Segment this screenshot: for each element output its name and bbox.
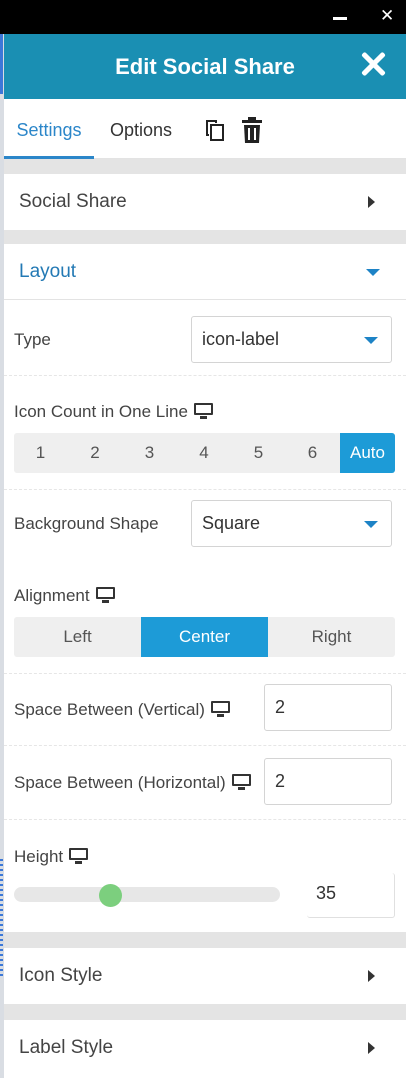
alignment-option-center[interactable]: Center [141, 617, 268, 657]
desktop-icon[interactable] [95, 587, 115, 604]
background-shape-value: Square [202, 513, 261, 533]
type-select-value: icon-label [202, 329, 280, 349]
window-titlebar: ✕ [0, 0, 406, 34]
icon-count-segmented: 1 2 3 4 5 6 Auto [14, 433, 395, 473]
height-label-text: Height [14, 847, 64, 866]
row-divider [4, 673, 406, 674]
panel-title: Edit Social Share [115, 54, 295, 79]
row-divider [4, 489, 406, 490]
section-label: Social Share [19, 191, 127, 212]
section-social-share[interactable]: Social Share [4, 174, 406, 230]
icon-count-option-4[interactable]: 4 [176, 433, 232, 473]
section-icon-style[interactable]: Icon Style [4, 948, 406, 1004]
icon-count-option-1[interactable]: 1 [14, 433, 67, 473]
alignment-option-left[interactable]: Left [14, 617, 141, 657]
caret-down-icon [366, 269, 380, 276]
section-gap [4, 932, 406, 948]
desktop-icon[interactable] [69, 848, 89, 865]
row-divider [4, 375, 406, 376]
window-close-icon[interactable]: ✕ [380, 6, 394, 26]
icon-count-label: Icon Count in One Line [14, 402, 213, 422]
row-divider [4, 819, 406, 820]
chevron-down-icon [364, 521, 378, 528]
edge-accent [0, 34, 3, 94]
space-horizontal-label-text: Space Between (Horizontal) [14, 773, 226, 792]
alignment-segmented: Left Center Right [14, 617, 395, 657]
minimize-icon[interactable] [333, 17, 347, 20]
icon-count-option-3[interactable]: 3 [123, 433, 176, 473]
alignment-label-text: Alignment [14, 586, 90, 605]
background-shape-label: Background Shape [14, 514, 159, 533]
close-icon[interactable] [358, 50, 388, 80]
alignment-label: Alignment [14, 586, 115, 606]
desktop-icon[interactable] [193, 403, 213, 420]
section-gap [4, 1004, 406, 1020]
space-horizontal-label: Space Between (Horizontal) [14, 773, 251, 793]
section-layout[interactable]: Layout [4, 244, 406, 300]
desktop-icon[interactable] [231, 774, 251, 791]
space-vertical-input[interactable]: 2 [264, 684, 392, 731]
desktop-icon[interactable] [210, 701, 230, 718]
panel-header: Edit Social Share [4, 34, 406, 99]
background-shape-select[interactable]: Square [191, 500, 392, 547]
section-label: Label Style [19, 1037, 114, 1058]
height-value: 35 [316, 883, 337, 903]
height-label: Height [14, 847, 89, 867]
lower-sections: Icon Style Label Style [4, 932, 406, 1076]
section-label: Icon Style [19, 965, 103, 986]
type-select[interactable]: icon-label [191, 316, 392, 363]
trash-icon[interactable] [241, 117, 263, 143]
icon-count-option-2[interactable]: 2 [67, 433, 123, 473]
alignment-option-right[interactable]: Right [268, 617, 395, 657]
space-vertical-label: Space Between (Vertical) [14, 700, 230, 720]
copy-icon[interactable] [202, 118, 226, 142]
row-divider [4, 745, 406, 746]
caret-right-icon [368, 1042, 375, 1054]
caret-right-icon [368, 970, 375, 982]
section-label-style[interactable]: Label Style [4, 1020, 406, 1076]
height-slider-thumb[interactable] [99, 884, 122, 907]
edge-dotted-guide [0, 859, 3, 979]
tab-settings[interactable]: Settings [4, 99, 94, 159]
height-input[interactable]: 35 [307, 873, 395, 918]
space-vertical-value: 2 [275, 697, 286, 717]
icon-count-label-text: Icon Count in One Line [14, 402, 188, 421]
tab-bar: Settings Options [4, 99, 406, 159]
icon-count-option-6[interactable]: 6 [285, 433, 340, 473]
height-slider-track[interactable] [14, 887, 280, 902]
icon-count-option-5[interactable]: 5 [232, 433, 285, 473]
editor-panel: Edit Social Share Settings Options Socia… [4, 34, 406, 1078]
space-horizontal-input[interactable]: 2 [264, 758, 392, 805]
icon-count-option-auto[interactable]: Auto [340, 433, 395, 473]
space-vertical-label-text: Space Between (Vertical) [14, 700, 205, 719]
section-gap [4, 159, 406, 174]
type-label: Type [14, 330, 51, 349]
section-gap [4, 230, 406, 244]
chevron-down-icon [364, 337, 378, 344]
tab-options[interactable]: Options [110, 99, 172, 158]
space-horizontal-value: 2 [275, 771, 286, 791]
caret-right-icon [368, 196, 375, 208]
section-label: Layout [19, 261, 77, 282]
